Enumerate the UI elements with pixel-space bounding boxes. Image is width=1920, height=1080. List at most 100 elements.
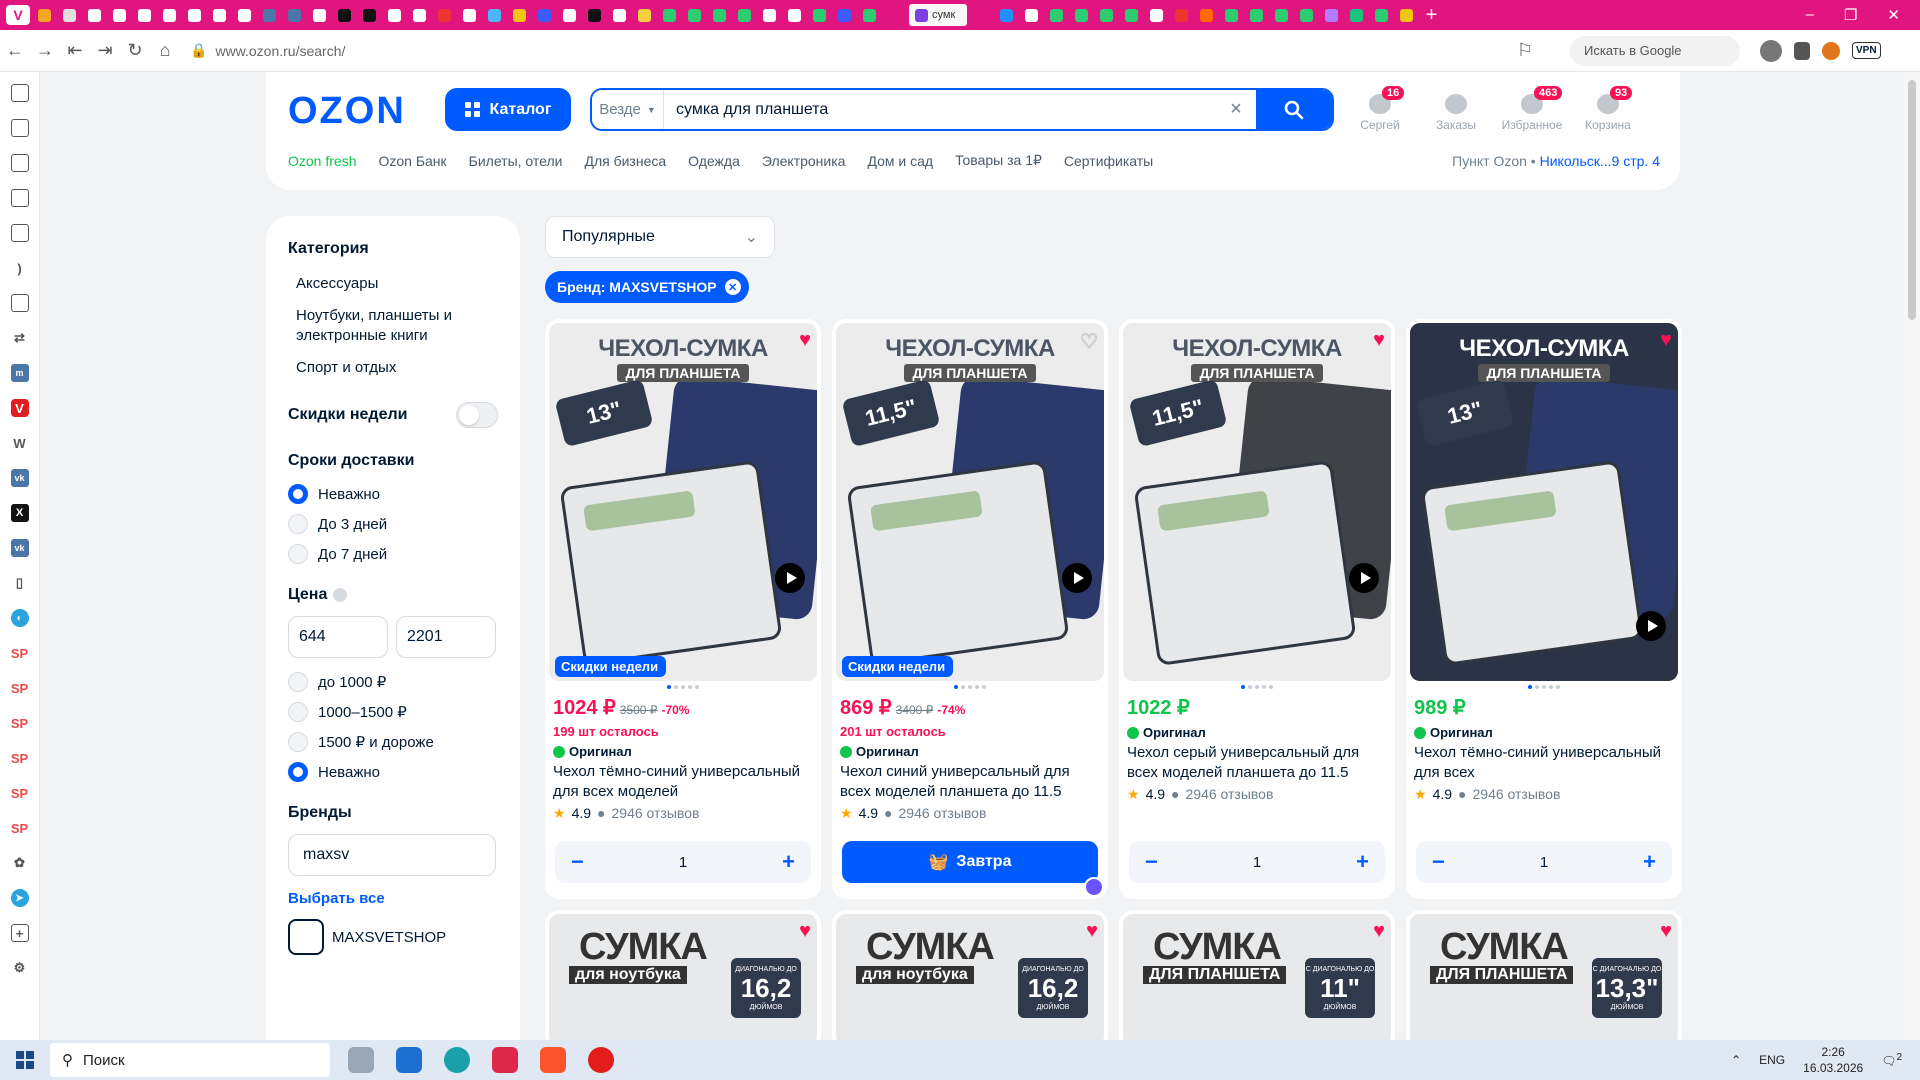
browser-tab[interactable] <box>334 4 355 26</box>
nav-tickets[interactable]: Билеты, отели <box>469 153 563 169</box>
price-from-input[interactable]: 644 <box>288 616 388 658</box>
orders-button[interactable]: Заказы <box>1430 86 1482 132</box>
browser-tab[interactable] <box>834 4 855 26</box>
nav-ozon-fresh[interactable]: Ozon fresh <box>288 153 356 169</box>
google-search-field[interactable]: Искать в Google <box>1570 35 1740 66</box>
sp-icon[interactable]: SP <box>11 819 29 837</box>
brave-icon[interactable] <box>540 1047 566 1073</box>
browser-tab[interactable] <box>709 4 730 26</box>
info-icon[interactable] <box>333 587 348 602</box>
delivery-option[interactable]: До 3 дней <box>288 514 498 534</box>
feed-icon[interactable]: ) <box>11 259 29 277</box>
image-pager[interactable] <box>1123 685 1391 689</box>
browser-tab[interactable] <box>1021 4 1042 26</box>
browser-tab[interactable] <box>1096 4 1117 26</box>
favorite-heart-icon[interactable]: ♥ <box>1660 329 1672 352</box>
vpn-button[interactable]: VPN <box>1852 42 1881 59</box>
browser-tab[interactable] <box>434 4 455 26</box>
price-option[interactable]: до 1000 ₽ <box>288 672 498 692</box>
product-image[interactable]: ЧЕХОЛ-СУМКА ДЛЯ ПЛАНШЕТА 11,5" ♥ <box>1123 323 1391 681</box>
nav-certificates[interactable]: Сертификаты <box>1064 153 1153 169</box>
favorite-heart-icon[interactable]: ♥ <box>1086 920 1098 943</box>
category-item[interactable]: Аксессуары <box>296 274 498 294</box>
add-to-cart-button[interactable]: 🧺 Завтра <box>842 841 1098 883</box>
search-scope-dropdown[interactable]: Везде ▼ <box>592 90 664 129</box>
pickup-point[interactable]: Пункт Ozon • Никольск...9 стр. 4 <box>1452 153 1660 169</box>
product-card[interactable]: СУМКА ДЛЯ ПЛАНШЕТА С ДИАГОНАЛЬЮ ДО 13,3" ДЮЙ… <box>1406 910 1682 1050</box>
product-title[interactable]: Чехол тёмно-синий универсальный для всех <box>1414 743 1674 783</box>
browser-tab[interactable] <box>259 4 280 26</box>
opera-icon[interactable] <box>588 1047 614 1073</box>
language-indicator[interactable]: ENG <box>1759 1053 1785 1067</box>
minus-button[interactable]: − <box>1432 849 1445 875</box>
browser-tab[interactable] <box>234 4 255 26</box>
product-card[interactable]: ЧЕХОЛ-СУМКА ДЛЯ ПЛАНШЕТА 11,5" ♡ Скидки неде… <box>832 319 1108 899</box>
browser-tab[interactable] <box>34 4 55 26</box>
rewind-icon[interactable]: ⇤ <box>60 40 90 61</box>
browser-tab[interactable] <box>459 4 480 26</box>
sync-icon[interactable]: ⇄ <box>11 329 29 347</box>
brand-filter-chip[interactable]: Бренд: MAXSVETSHOP ✕ <box>545 271 749 303</box>
weekly-discounts-toggle[interactable] <box>456 402 498 428</box>
search-input[interactable]: сумка для планшета <box>664 90 1216 129</box>
catalog-button[interactable]: Каталог <box>445 88 571 131</box>
browser-tab[interactable] <box>659 4 680 26</box>
product-image[interactable]: СУМКА ДЛЯ ПЛАНШЕТА С ДИАГОНАЛЬЮ ДО 11" ДЮЙМО… <box>1123 914 1391 1046</box>
add-panel-icon[interactable]: + <box>10 924 29 942</box>
browser-tab[interactable] <box>484 4 505 26</box>
browser-tab[interactable] <box>759 4 780 26</box>
delivery-option[interactable]: До 7 дней <box>288 544 498 564</box>
apps-icon[interactable]: ✿ <box>11 854 29 872</box>
product-image[interactable]: ЧЕХОЛ-СУМКА ДЛЯ ПЛАНШЕТА 11,5" ♡ Скидки неде… <box>836 323 1104 681</box>
browser-tab[interactable] <box>684 4 705 26</box>
image-pager[interactable] <box>836 685 1104 689</box>
browser-tab[interactable] <box>1371 4 1392 26</box>
bookmark-icon[interactable]: ⚐ <box>1510 40 1540 61</box>
browser-tab[interactable] <box>971 4 992 26</box>
vivaldi-icon[interactable]: V <box>10 399 29 417</box>
browser-tab[interactable] <box>59 4 80 26</box>
close-window-icon[interactable]: ✕ <box>1887 6 1900 24</box>
product-title[interactable]: Чехол тёмно-синий универсальный для всех… <box>553 762 813 802</box>
wikipedia-icon[interactable]: W <box>11 434 29 452</box>
browser-tab[interactable] <box>1171 4 1192 26</box>
play-video-icon[interactable] <box>1349 563 1379 593</box>
browser-tab[interactable] <box>584 4 605 26</box>
reviews-count[interactable]: 2946 отзывов <box>612 805 700 822</box>
search-button[interactable] <box>1256 90 1332 129</box>
browser-tab[interactable] <box>1246 4 1267 26</box>
sp-icon[interactable]: SP <box>11 749 29 767</box>
product-image[interactable]: СУМКА ДЛЯ ПЛАНШЕТА С ДИАГОНАЛЬЮ ДО 13,3" ДЮЙ… <box>1410 914 1678 1046</box>
play-video-icon[interactable] <box>775 563 805 593</box>
mail-icon[interactable] <box>10 154 29 172</box>
shield-extension-icon[interactable] <box>1794 41 1810 60</box>
price-option[interactable]: Неважно <box>288 762 498 782</box>
browser-tab[interactable] <box>384 4 405 26</box>
browser-tab[interactable] <box>1121 4 1142 26</box>
product-card[interactable]: СУМКА для ноутбука ДИАГОНАЛЬЮ ДО 16,2 ДЮЙМОВ… <box>545 910 821 1050</box>
browser-tab[interactable] <box>1346 4 1367 26</box>
play-video-icon[interactable] <box>1636 611 1666 641</box>
browser-tab[interactable] <box>1296 4 1317 26</box>
browser-tab[interactable] <box>159 4 180 26</box>
nav-one-ruble[interactable]: Товары за 1₽ <box>955 152 1042 169</box>
price-to-input[interactable]: 2201 <box>396 616 496 658</box>
browser-tab[interactable] <box>859 4 880 26</box>
profile-button[interactable]: 16 Сергей <box>1354 86 1406 132</box>
metamask-icon[interactable] <box>1822 41 1840 60</box>
product-card[interactable]: СУМКА для ноутбука ДИАГОНАЛЬЮ ДО 16,2 ДЮЙМОВ… <box>832 910 1108 1050</box>
tasks-icon[interactable] <box>10 224 29 242</box>
fast-forward-icon[interactable]: ⇥ <box>90 40 120 61</box>
price-option[interactable]: 1500 ₽ и дороже <box>288 732 498 752</box>
product-image[interactable]: СУМКА для ноутбука ДИАГОНАЛЬЮ ДО 16,2 ДЮЙМОВ… <box>836 914 1104 1046</box>
browser-tab[interactable] <box>1146 4 1167 26</box>
favorite-heart-icon[interactable]: ♥ <box>1660 920 1672 943</box>
reviews-count[interactable]: 2946 отзывов <box>1186 786 1274 803</box>
browser-tab[interactable] <box>84 4 105 26</box>
favorite-heart-icon[interactable]: ♥ <box>1373 920 1385 943</box>
plus-button[interactable]: + <box>782 849 795 875</box>
wikiloc-icon[interactable]: ◐ <box>10 609 29 627</box>
nav-ozon-bank[interactable]: Ozon Банк <box>378 153 446 169</box>
tray-chevron-icon[interactable]: ⌃ <box>1731 1053 1741 1067</box>
x-icon[interactable]: X <box>10 504 29 522</box>
